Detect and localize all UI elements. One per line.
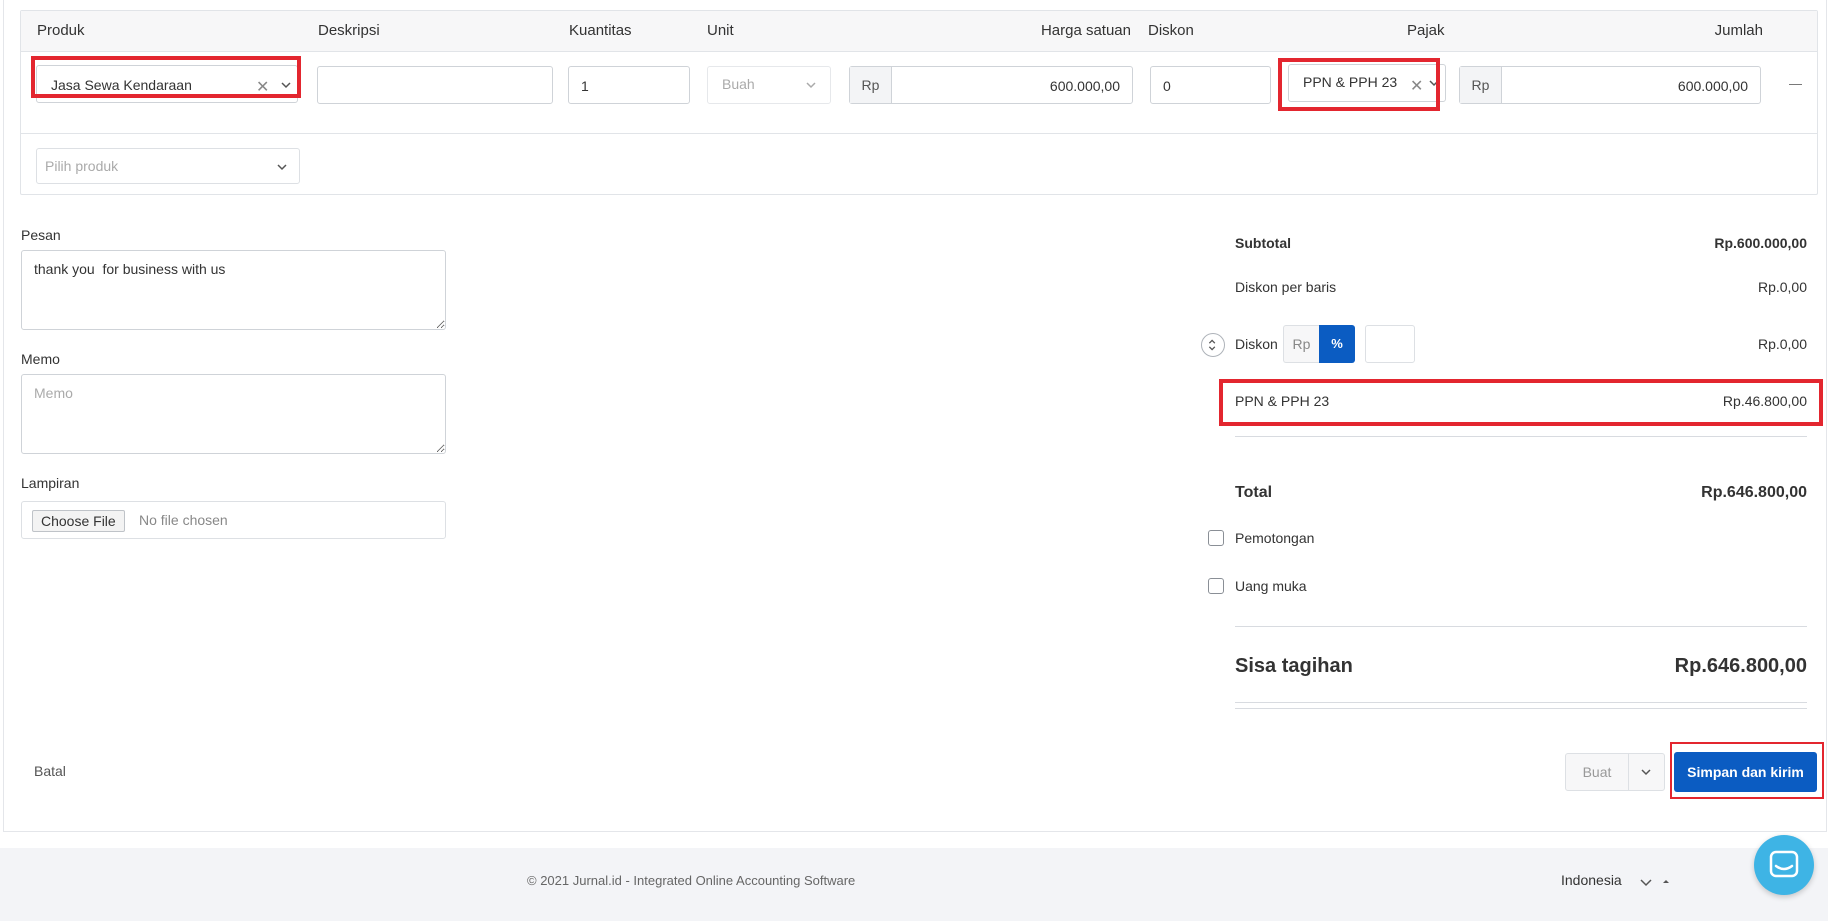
- cancel-button[interactable]: Batal: [34, 763, 66, 779]
- subtotal-value: Rp.600.000,00: [1714, 235, 1807, 251]
- header-pajak: Pajak: [1407, 22, 1445, 39]
- sisa-label: Sisa tagihan: [1235, 655, 1353, 677]
- header-harga-satuan: Harga satuan: [1040, 22, 1131, 39]
- file-input[interactable]: Choose File No file chosen: [21, 501, 446, 539]
- product-table: Produk Deskripsi Kuantitas Unit Harga sa…: [20, 10, 1818, 195]
- reorder-toggle-icon[interactable]: [1201, 333, 1225, 357]
- pesan-label: Pesan: [21, 227, 61, 243]
- highlight-save-button: [1670, 742, 1824, 799]
- amount-value: 600.000,00: [1677, 78, 1748, 94]
- currency-addon: Rp: [1460, 67, 1502, 103]
- quantity-value: 1: [581, 78, 589, 94]
- discount-input[interactable]: 0: [1150, 66, 1271, 104]
- footer: © 2021 Jurnal.id - Integrated Online Acc…: [0, 848, 1828, 921]
- header-unit: Unit: [707, 22, 734, 39]
- unit-select[interactable]: Buah: [707, 66, 831, 104]
- language-select[interactable]: Indonesia: [1561, 872, 1622, 888]
- currency-addon: Rp: [850, 67, 892, 103]
- header-diskon: Diskon: [1148, 22, 1194, 39]
- chat-icon: [1769, 850, 1799, 878]
- add-product-select[interactable]: Pilih produk: [36, 148, 300, 184]
- quantity-input[interactable]: 1: [568, 66, 690, 104]
- divider: [1235, 626, 1807, 627]
- table-header: Produk Deskripsi Kuantitas Unit Harga sa…: [21, 11, 1817, 52]
- invoice-form-card: Produk Deskripsi Kuantitas Unit Harga sa…: [3, 0, 1827, 832]
- message-textarea[interactable]: thank you for business with us: [21, 250, 446, 330]
- unit-price-input[interactable]: Rp 600.000,00: [849, 66, 1133, 104]
- caret-up-icon[interactable]: [1661, 877, 1671, 885]
- uang-muka-checkbox[interactable]: [1208, 578, 1224, 594]
- chevron-down-icon[interactable]: [1641, 767, 1651, 777]
- line-discount-label: Diskon per baris: [1235, 279, 1337, 295]
- create-split-button[interactable]: Buat: [1565, 753, 1665, 791]
- memo-textarea[interactable]: [21, 374, 446, 454]
- unit-value: Buah: [722, 76, 755, 92]
- row-divider: [21, 133, 1817, 134]
- header-kuantitas: Kuantitas: [569, 22, 632, 39]
- sisa-value: Rp.646.800,00: [1674, 655, 1807, 677]
- highlight-tax: [1278, 58, 1440, 111]
- header-deskripsi: Deskripsi: [318, 22, 380, 39]
- header-produk: Produk: [37, 22, 85, 39]
- chevron-down-icon[interactable]: [277, 162, 287, 172]
- subtotal-label: Subtotal: [1235, 235, 1291, 251]
- discount-percent-toggle[interactable]: %: [1319, 325, 1355, 363]
- uang-muka-label: Uang muka: [1235, 578, 1307, 594]
- chat-support-button[interactable]: [1754, 835, 1814, 895]
- lampiran-label: Lampiran: [21, 475, 80, 491]
- line-discount-value: Rp.0,00: [1757, 279, 1807, 295]
- total-value: Rp.646.800,00: [1701, 484, 1807, 501]
- divider: [1235, 702, 1807, 703]
- discount-value: 0: [1163, 78, 1171, 94]
- divider: [1235, 436, 1807, 437]
- add-product-placeholder: Pilih produk: [45, 158, 119, 174]
- highlight-product: [31, 56, 301, 98]
- create-button[interactable]: Buat: [1566, 754, 1629, 790]
- pemotongan-checkbox[interactable]: [1208, 530, 1224, 546]
- description-input[interactable]: [317, 66, 553, 104]
- discount-rp-toggle[interactable]: Rp: [1283, 325, 1319, 363]
- discount-value: Rp.0,00: [1757, 336, 1807, 352]
- chevron-down-icon[interactable]: [806, 80, 816, 90]
- pemotongan-label: Pemotongan: [1235, 530, 1315, 546]
- no-file-text: No file chosen: [139, 512, 228, 528]
- total-label: Total: [1235, 484, 1273, 501]
- memo-label: Memo: [21, 351, 60, 367]
- highlight-tax-row: [1219, 379, 1823, 426]
- discount-amount-input[interactable]: [1365, 325, 1415, 363]
- choose-file-button[interactable]: Choose File: [32, 510, 125, 532]
- unit-price-value: 600.000,00: [1049, 78, 1120, 94]
- header-jumlah: Jumlah: [1714, 22, 1763, 39]
- amount-input[interactable]: Rp 600.000,00: [1459, 66, 1761, 104]
- remove-row-button[interactable]: —: [1789, 76, 1802, 91]
- chevron-down-icon[interactable]: [1640, 877, 1652, 887]
- discount-label: Diskon: [1235, 336, 1278, 352]
- copyright-text: © 2021 Jurnal.id - Integrated Online Acc…: [527, 873, 856, 888]
- divider: [1235, 708, 1807, 709]
